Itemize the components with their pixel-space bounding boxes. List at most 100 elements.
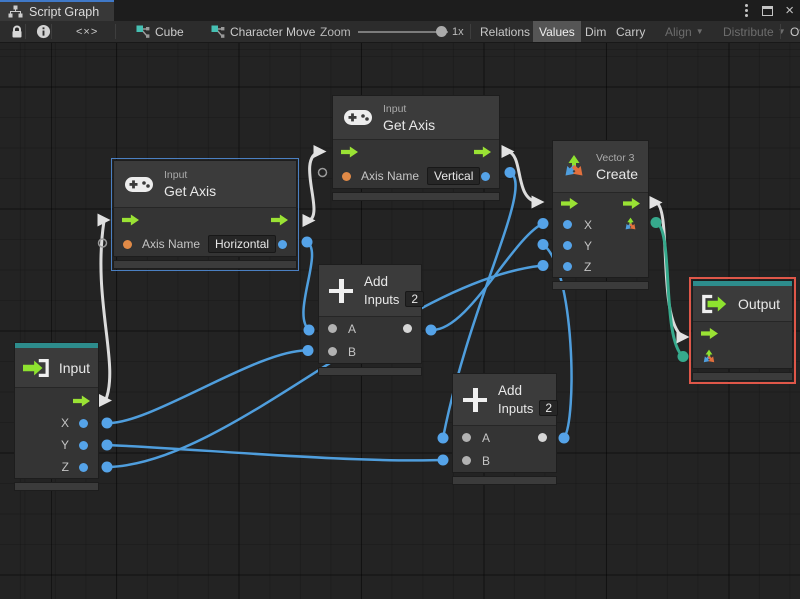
port-y-input[interactable] bbox=[563, 241, 572, 250]
node-kind: Vector 3 bbox=[596, 151, 635, 164]
flow-connector-triangle[interactable] bbox=[531, 195, 545, 209]
inputs-label: Inputs bbox=[498, 400, 534, 416]
value-connector-dot[interactable] bbox=[101, 417, 113, 429]
axis-name-field[interactable]: Horizontal bbox=[208, 235, 277, 253]
zoom-slider-handle[interactable] bbox=[436, 26, 447, 37]
flow-output-port[interactable] bbox=[623, 198, 640, 209]
tab-script-graph[interactable]: Script Graph bbox=[0, 0, 114, 21]
axis-name-input-port[interactable] bbox=[123, 239, 132, 249]
node-title: Get Axis bbox=[164, 183, 217, 199]
close-icon[interactable]: × bbox=[785, 3, 794, 18]
port-b-input[interactable] bbox=[462, 456, 471, 465]
toolbar-separator bbox=[780, 24, 781, 39]
node-output-unit[interactable]: Output bbox=[689, 277, 796, 384]
value-connector-dot[interactable] bbox=[504, 167, 516, 178]
flow-connector-triangle[interactable] bbox=[99, 394, 112, 407]
distribute-label: Distribute bbox=[723, 24, 774, 39]
inputs-count-field[interactable]: 2 bbox=[539, 400, 559, 416]
wire-add1-to-vector3-x[interactable] bbox=[430, 222, 544, 332]
axis-name-field[interactable]: Vertical bbox=[427, 167, 481, 185]
carry-toggle[interactable]: Carry bbox=[610, 21, 651, 42]
port-a-input[interactable] bbox=[328, 324, 337, 333]
value-connector-dot[interactable] bbox=[425, 324, 437, 336]
wire-flow-input-to-getaxis-horizontal[interactable] bbox=[99, 220, 112, 402]
values-toggle[interactable]: Values bbox=[533, 21, 581, 42]
input-unit-icon bbox=[23, 358, 49, 377]
value-output-port[interactable] bbox=[481, 171, 490, 181]
node-title: Input bbox=[58, 359, 90, 376]
value-connector-dot[interactable] bbox=[558, 432, 570, 444]
vector3-input-port[interactable] bbox=[701, 349, 717, 365]
vector3-result-port[interactable] bbox=[623, 217, 638, 232]
node-vector3-create[interactable]: Vector 3 Create X Y Z bbox=[552, 140, 649, 290]
vector-connector-dot[interactable] bbox=[650, 217, 662, 228]
port-x-output[interactable] bbox=[79, 418, 88, 428]
dim-toggle[interactable]: Dim bbox=[579, 21, 612, 42]
node-input-unit[interactable]: Input X Y Z bbox=[14, 342, 99, 491]
flow-connector-triangle[interactable] bbox=[313, 145, 327, 158]
empty-socket[interactable] bbox=[317, 167, 328, 178]
value-connector-dot[interactable] bbox=[302, 345, 314, 356]
value-connector-dot[interactable] bbox=[537, 218, 549, 229]
flow-connector-triangle[interactable] bbox=[676, 330, 690, 344]
value-connector-dot[interactable] bbox=[101, 461, 113, 473]
node-footer bbox=[113, 260, 297, 269]
value-output-port[interactable] bbox=[278, 239, 287, 249]
gamepad-icon bbox=[344, 110, 372, 125]
graph-icon bbox=[211, 25, 225, 38]
port-z-output[interactable] bbox=[79, 462, 88, 472]
lock-icon bbox=[12, 25, 22, 38]
toolbar-separator bbox=[51, 24, 52, 39]
flow-input-port[interactable] bbox=[341, 146, 358, 158]
vector-connector-dot[interactable] bbox=[677, 351, 689, 362]
port-z-input[interactable] bbox=[563, 262, 572, 271]
flow-input-port[interactable] bbox=[122, 214, 139, 226]
info-button[interactable] bbox=[30, 21, 57, 42]
lock-button[interactable] bbox=[4, 21, 30, 42]
port-x-input[interactable] bbox=[563, 220, 572, 229]
node-get-axis-vertical[interactable]: Input Get Axis Axis Name Vertical bbox=[332, 95, 500, 201]
breadcrumb-character-move[interactable]: Character Move bbox=[211, 21, 315, 42]
wire-flow-horizontal-to-vertical[interactable] bbox=[308, 150, 321, 222]
inputs-count-field[interactable]: 2 bbox=[405, 291, 425, 307]
sum-output-port[interactable] bbox=[403, 324, 412, 333]
wire-horizontal-to-add1-a[interactable] bbox=[302, 240, 314, 331]
sum-output-port[interactable] bbox=[538, 433, 547, 442]
add-icon bbox=[463, 387, 487, 412]
add-icon bbox=[329, 278, 353, 303]
flow-output-port[interactable] bbox=[474, 146, 491, 158]
flow-input-port[interactable] bbox=[701, 328, 718, 339]
value-connector-dot[interactable] bbox=[537, 239, 549, 250]
window-menu-icon[interactable] bbox=[743, 2, 750, 19]
align-dropdown[interactable]: Align ▼ bbox=[659, 21, 710, 42]
value-connector-dot[interactable] bbox=[437, 454, 449, 466]
value-connector-dot[interactable] bbox=[537, 260, 549, 271]
node-get-axis-horizontal[interactable]: Input Get Axis Axis Name Horizontal bbox=[111, 158, 299, 271]
value-connector-dot[interactable] bbox=[301, 236, 313, 248]
wire-input-x-to-add1-b[interactable] bbox=[106, 349, 309, 425]
node-add-1[interactable]: Add Inputs 2 A B bbox=[318, 264, 425, 376]
port-b-input[interactable] bbox=[328, 347, 337, 356]
maximize-icon[interactable] bbox=[762, 5, 774, 16]
node-add-2[interactable]: Add Inputs 2 A B bbox=[452, 373, 559, 485]
flow-output-port[interactable] bbox=[73, 395, 90, 407]
port-y-output[interactable] bbox=[79, 440, 88, 450]
vector3-icon bbox=[565, 154, 583, 175]
breadcrumb-cube[interactable]: Cube bbox=[136, 21, 184, 42]
node-title: Output bbox=[738, 295, 781, 312]
flow-input-port[interactable] bbox=[561, 198, 578, 209]
zoom-value: 1x bbox=[452, 25, 464, 38]
flow-output-port[interactable] bbox=[271, 214, 288, 226]
value-connector-dot[interactable] bbox=[437, 432, 449, 444]
value-connector-dot[interactable] bbox=[101, 439, 113, 451]
port-label: B bbox=[348, 344, 357, 359]
port-label: Y bbox=[60, 438, 69, 452]
axis-name-input-port[interactable] bbox=[342, 171, 351, 181]
overview-button[interactable]: Overview bbox=[784, 21, 800, 42]
relations-toggle[interactable]: Relations bbox=[474, 21, 536, 42]
value-connector-dot[interactable] bbox=[303, 324, 315, 336]
port-a-input[interactable] bbox=[462, 433, 471, 442]
graph-canvas[interactable]: Input X Y Z Input Get Axis Axis Name Hor… bbox=[0, 43, 800, 599]
zoom-slider-track[interactable] bbox=[358, 31, 448, 33]
code-preview-toggle[interactable]: <×> bbox=[70, 21, 104, 42]
